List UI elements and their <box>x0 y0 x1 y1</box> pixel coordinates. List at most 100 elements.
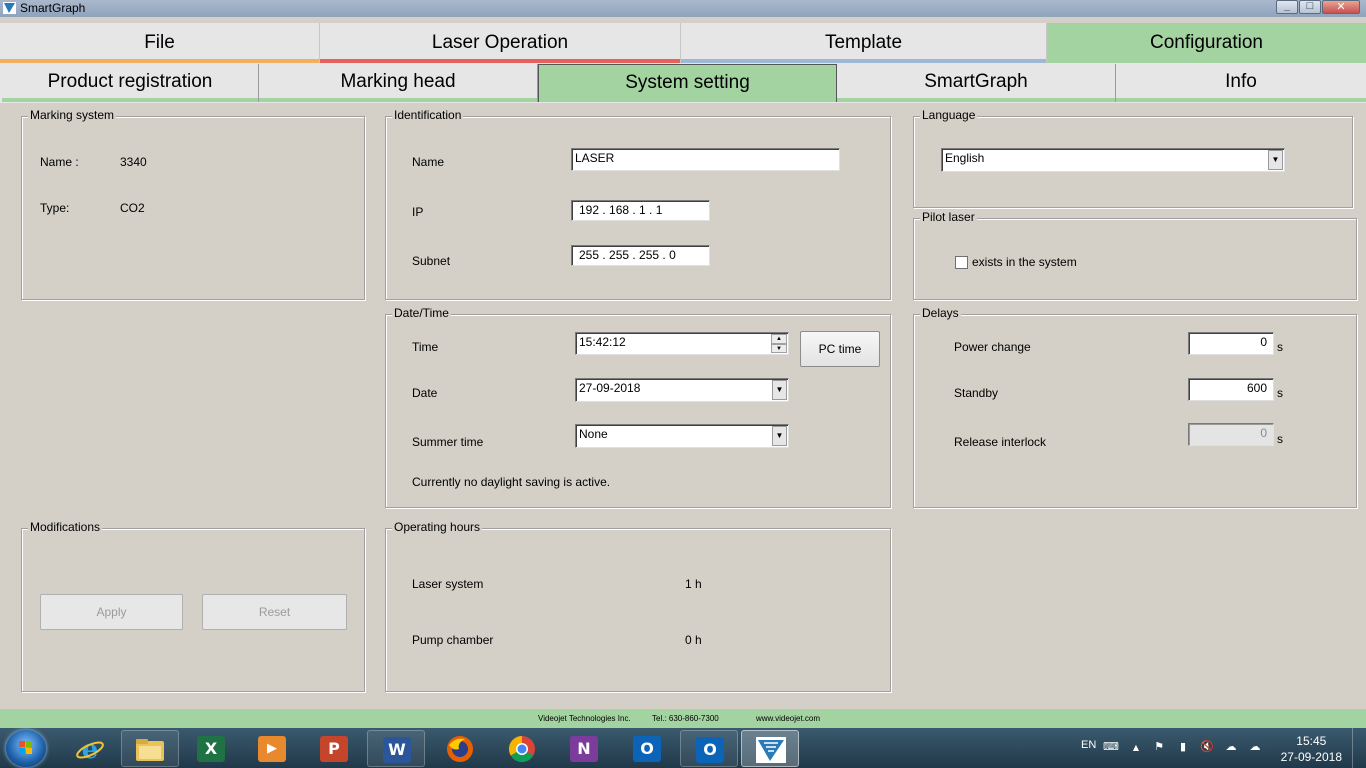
language-select[interactable]: English ▼ <box>941 148 1285 172</box>
taskbar-powerpoint[interactable]: P <box>305 730 363 767</box>
tab-info[interactable]: Info <box>1116 64 1366 102</box>
tab-laser-operation[interactable]: Laser Operation <box>320 23 681 63</box>
title-bar: SmartGraph _ □ ✕ <box>0 0 1366 17</box>
ip-label: IP <box>412 205 424 219</box>
tab-template[interactable]: Template <box>681 23 1047 63</box>
powerpoint-icon: P <box>320 736 348 762</box>
keyboard-icon[interactable]: ⌨ <box>1103 741 1119 753</box>
time-spinner[interactable]: ▲ ▼ <box>771 334 787 353</box>
pilot-laser-checkbox[interactable] <box>955 256 968 269</box>
spin-down-icon[interactable]: ▼ <box>771 343 787 353</box>
tab-configuration[interactable]: Configuration <box>1047 23 1366 63</box>
power-change-label: Power change <box>954 340 1031 354</box>
power-change-input[interactable]: 0 <box>1188 332 1274 355</box>
input-language-indicator[interactable]: EN <box>1081 739 1096 751</box>
ip-address-input[interactable]: 192 . 168 . 1 . 1 <box>571 200 710 221</box>
chevron-down-icon[interactable]: ▼ <box>772 426 787 446</box>
delays-group: Delays Power change 0 s Standby 600 s Re… <box>913 306 1357 508</box>
spin-up-icon[interactable]: ▲ <box>771 334 787 344</box>
taskbar-word[interactable]: W <box>367 730 425 767</box>
pilot-laser-checkbox-label: exists in the system <box>972 255 1077 269</box>
subnet-input[interactable]: 255 . 255 . 255 . 0 <box>571 245 710 266</box>
device-icon[interactable]: ▮ <box>1176 741 1190 753</box>
summer-time-value: None <box>579 427 608 441</box>
datetime-group: Date/Time Time 15:42:12 ▲ ▼ PC time Date… <box>385 306 891 508</box>
taskbar-media-player[interactable]: ▶ <box>243 730 301 767</box>
taskbar-internet-explorer[interactable]: e <box>62 730 120 767</box>
marking-type-label: Type: <box>40 201 70 215</box>
clock-date: 27-09-2018 <box>1280 750 1342 764</box>
file-explorer-icon <box>136 739 164 761</box>
outlook-icon: O <box>633 736 661 762</box>
marking-name-value: 3340 <box>120 155 147 169</box>
chrome-icon <box>508 735 535 763</box>
reset-button[interactable]: Reset <box>202 594 347 630</box>
taskbar-file-explorer[interactable] <box>121 730 179 767</box>
time-input[interactable]: 15:42:12 ▲ ▼ <box>575 332 789 355</box>
laser-system-hours: 1 h <box>685 577 702 591</box>
tab-product-registration[interactable]: Product registration <box>2 64 259 102</box>
start-button[interactable] <box>6 730 46 767</box>
taskbar-smartgraph[interactable] <box>741 730 799 767</box>
action-center-flag-icon[interactable]: ⚑ <box>1152 741 1166 753</box>
tab-system-setting[interactable]: System setting <box>538 64 837 102</box>
daylight-status-text: Currently no daylight saving is active. <box>412 475 611 489</box>
tab-product-registration-accent <box>2 98 258 102</box>
firefox-icon <box>447 736 473 762</box>
identification-name-input[interactable]: LASER <box>571 148 840 171</box>
taskbar-firefox[interactable] <box>431 730 489 767</box>
language-selected-value: English <box>945 151 985 165</box>
laser-system-label: Laser system <box>412 577 484 591</box>
release-interlock-label: Release interlock <box>954 435 1047 449</box>
release-interlock-unit: s <box>1277 432 1283 446</box>
window-title: SmartGraph <box>20 1 86 15</box>
close-button[interactable]: ✕ <box>1322 0 1360 14</box>
footer-phone: Tel.: 630-860-7300 <box>652 714 719 723</box>
tab-laser-operation-label: Laser Operation <box>431 32 569 53</box>
calendar-dropdown-icon[interactable]: ▼ <box>772 380 787 400</box>
taskbar-outlook-mail[interactable]: O <box>680 730 738 767</box>
tab-marking-head[interactable]: Marking head <box>259 64 538 102</box>
taskbar-onenote[interactable]: N <box>555 730 613 767</box>
summer-time-select[interactable]: None ▼ <box>575 424 789 448</box>
smartgraph-app-icon <box>3 2 16 14</box>
date-picker[interactable]: 27-09-2018 ▼ <box>575 378 789 402</box>
power-change-unit: s <box>1277 340 1283 354</box>
chevron-down-icon[interactable]: ▼ <box>1268 150 1283 170</box>
tab-smartgraph[interactable]: SmartGraph <box>837 64 1116 102</box>
standby-input[interactable]: 600 <box>1188 378 1274 401</box>
apply-button[interactable]: Apply <box>40 594 183 630</box>
internet-explorer-icon: e <box>76 735 104 763</box>
taskbar-outlook[interactable]: O <box>618 730 676 767</box>
onedrive-icon[interactable]: ☁ <box>1248 741 1262 753</box>
cloud-icon[interactable]: ☁ <box>1224 741 1238 753</box>
show-hidden-icons-icon[interactable]: ▲ <box>1129 742 1143 754</box>
taskbar-clock[interactable]: 15:45 27-09-2018 <box>1281 733 1342 765</box>
show-desktop-button[interactable] <box>1352 728 1366 768</box>
footer-website[interactable]: www.videojet.com <box>756 714 820 723</box>
pump-chamber-hours: 0 h <box>685 633 702 647</box>
minimize-button[interactable]: _ <box>1276 0 1298 14</box>
pump-chamber-label: Pump chamber <box>412 633 494 647</box>
pc-time-button[interactable]: PC time <box>800 331 880 367</box>
maximize-button[interactable]: □ <box>1299 0 1321 14</box>
tab-configuration-label: Configuration <box>1149 32 1264 53</box>
main-tab-bar: File Laser Operation Template Configurat… <box>0 23 1366 63</box>
taskbar-chrome[interactable] <box>493 730 551 767</box>
modifications-legend: Modifications <box>28 520 103 534</box>
volume-muted-icon[interactable]: 🔇 <box>1200 741 1214 753</box>
tab-smartgraph-label: SmartGraph <box>924 71 1028 92</box>
tab-template-label: Template <box>824 32 903 53</box>
identification-name-label: Name <box>412 155 445 169</box>
operating-hours-legend: Operating hours <box>392 520 483 534</box>
taskbar-excel[interactable]: X <box>182 730 240 767</box>
pilot-laser-group: Pilot laser exists in the system <box>913 210 1357 300</box>
time-label: Time <box>412 340 439 354</box>
language-group: Language English ▼ <box>913 108 1353 208</box>
clock-time: 15:45 <box>1296 734 1327 748</box>
identification-legend: Identification <box>392 108 464 122</box>
delays-legend: Delays <box>920 306 961 320</box>
marking-system-legend: Marking system <box>28 108 117 122</box>
smartgraph-icon <box>756 737 786 763</box>
tab-file[interactable]: File <box>0 23 320 63</box>
